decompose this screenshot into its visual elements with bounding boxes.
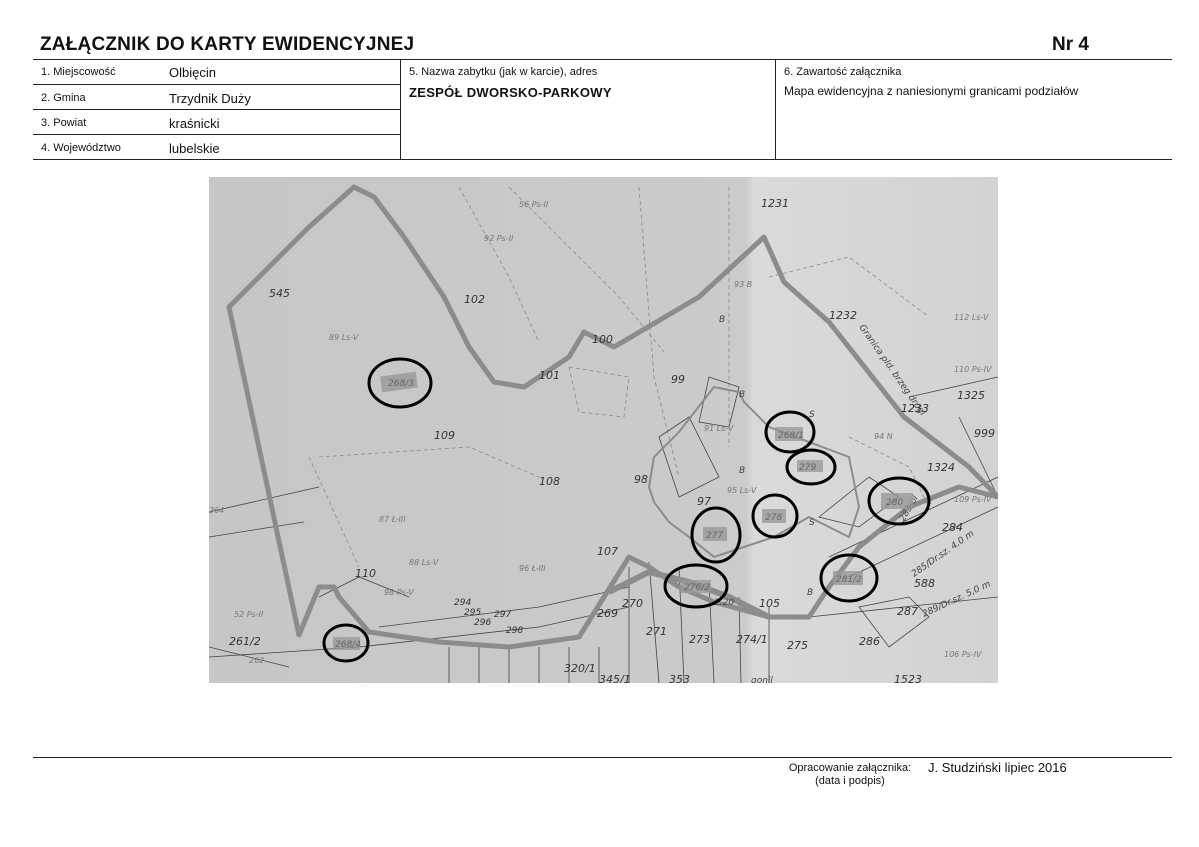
field-label-district: 3. Powiat xyxy=(41,117,87,129)
table-row-divider xyxy=(33,84,400,85)
parcel-label: 102 xyxy=(464,293,485,306)
table-top-border xyxy=(33,59,1172,60)
field-label-locality: 1. Miejscowość xyxy=(41,66,116,78)
misc-label: gonil xyxy=(751,676,773,683)
land-class-label: 106 Ps-IV xyxy=(944,650,982,659)
monument-value: ZESPÓŁ DWORSKO-PARKOWY xyxy=(409,85,612,100)
svg-text:278: 278 xyxy=(765,513,782,523)
footer-label-line1: Opracowanie załącznika: xyxy=(788,762,912,774)
land-class-label: 262 xyxy=(249,656,264,665)
misc-label: S xyxy=(809,410,815,420)
parcel-label: 261/2 xyxy=(229,635,261,648)
field-label-voivodeship: 4. Województwo xyxy=(41,142,121,154)
land-class-label: 91 Ls-V xyxy=(704,424,734,433)
land-class-label: 92 Ps-II xyxy=(484,234,514,243)
parcel-label: 105 xyxy=(759,597,780,610)
parcel-label: 274/1 xyxy=(736,633,768,646)
parcel-label: 295 xyxy=(464,608,481,618)
land-class-label: 95 Ls-V xyxy=(727,486,757,495)
parcel-label: 345/1 xyxy=(599,673,631,683)
footer-label-line2: (data i podpis) xyxy=(815,775,885,787)
parcel-label: 99 xyxy=(671,373,685,386)
svg-text:268/1: 268/1 xyxy=(778,431,804,441)
table-row-divider xyxy=(33,109,400,110)
parcel-label: 1325 xyxy=(957,389,985,402)
land-class-label: 98 Ps-V xyxy=(384,588,414,597)
parcel-label: 294 xyxy=(454,598,471,608)
document-title: ZAŁĄCZNIK DO KARTY EWIDENCYJNEJ xyxy=(40,34,415,55)
cadastral-map-drawing: 545 102 100 101 99 109 108 98 97 107 110… xyxy=(209,177,998,683)
parcel-label: 97 xyxy=(697,495,711,508)
parcel-label: 1523 xyxy=(894,673,922,683)
parcel-label: 98 xyxy=(634,473,648,486)
table-row-divider xyxy=(33,134,400,135)
svg-text:281/2: 281/2 xyxy=(836,575,862,585)
svg-text:277: 277 xyxy=(706,531,723,541)
svg-text:268/4: 268/4 xyxy=(335,640,361,650)
parcel-label: 999 xyxy=(974,427,995,440)
svg-text:268/3: 268/3 xyxy=(388,379,414,389)
footer-line xyxy=(33,757,1172,758)
field-value-voivodeship: lubelskie xyxy=(169,141,220,156)
parcel-label: 273 xyxy=(689,633,710,646)
parcel-label: 100 xyxy=(592,333,613,346)
land-class-label: 56 Ps-II xyxy=(519,200,549,209)
parcel-label: 271 xyxy=(646,625,667,638)
parcel-label: 1324 xyxy=(927,461,955,474)
misc-label: B xyxy=(739,390,745,400)
parcel-label: 270 xyxy=(622,597,643,610)
parcel-label: 107 xyxy=(597,545,618,558)
svg-text:279: 279 xyxy=(799,463,816,473)
parcel-label: 286 xyxy=(859,635,880,648)
table-col-divider xyxy=(775,59,776,160)
cadastral-map: 545 102 100 101 99 109 108 98 97 107 110… xyxy=(209,177,998,683)
parcel-label: 269 xyxy=(597,607,618,620)
parcel-label: 284 xyxy=(942,521,963,534)
misc-label: B xyxy=(807,588,813,598)
parcel-label: 110 xyxy=(355,567,376,580)
parcel-label: 298 xyxy=(506,626,523,636)
parcel-label: 1231 xyxy=(761,197,789,210)
parcel-label: 297 xyxy=(494,610,511,620)
land-class-label: 89 Ls-V xyxy=(329,333,359,342)
field-value-district: kraśnicki xyxy=(169,116,220,131)
table-bottom-border xyxy=(33,159,1172,160)
land-class-label: 110 Ps-IV xyxy=(954,365,992,374)
parcel-label: 1232 xyxy=(829,309,857,322)
svg-text:280: 280 xyxy=(886,498,903,508)
parcel-label: 320/1 xyxy=(564,662,596,675)
svg-text:276/2: 276/2 xyxy=(684,583,710,593)
parcel-label: 108 xyxy=(539,475,560,488)
parcel-label: 109 xyxy=(434,429,455,442)
land-class-label: 87 Ł-III xyxy=(379,515,406,524)
parcel-label: 296 xyxy=(474,618,491,628)
table-col-divider xyxy=(400,59,401,160)
parcel-label: 353 xyxy=(669,673,690,683)
land-class-label: 88 Ls-V xyxy=(409,558,439,567)
parcel-label: 275 xyxy=(787,639,808,652)
field-value-locality: Olbięcin xyxy=(169,65,216,80)
misc-label: B xyxy=(739,466,745,476)
parcel-label: 588 xyxy=(914,577,935,590)
attachment-number: Nr 4 xyxy=(1052,34,1089,55)
parcel-label: 287 xyxy=(897,605,918,618)
land-class-label: 96 Ł-III xyxy=(519,564,546,573)
field-value-commune: Trzydnik Duży xyxy=(169,91,251,106)
contents-value: Mapa ewidencyjna z naniesionymi granicam… xyxy=(784,84,1079,98)
land-class-label: 264 xyxy=(209,506,224,515)
footer-author-date: J. Studziński lipiec 2016 xyxy=(928,760,1067,775)
contents-label: 6. Zawartość załącznika xyxy=(784,66,902,78)
land-class-label: 109 Ps-IV xyxy=(954,495,992,504)
misc-label: S xyxy=(809,518,815,528)
land-class-label: 94 N xyxy=(874,432,893,441)
parcel-label: 545 xyxy=(269,287,290,300)
land-class-label: 52 Ps-II xyxy=(234,610,264,619)
footer-label: Opracowanie załącznika: (data i podpis) xyxy=(770,762,930,787)
field-label-commune: 2. Gmina xyxy=(41,92,86,104)
monument-label: 5. Nazwa zabytku (jak w karcie), adres xyxy=(409,66,598,78)
misc-label: B xyxy=(719,315,725,325)
land-class-label: 93 B xyxy=(734,280,752,289)
parcel-label: 101 xyxy=(539,369,560,382)
land-class-label: 112 Ls-V xyxy=(954,313,989,322)
